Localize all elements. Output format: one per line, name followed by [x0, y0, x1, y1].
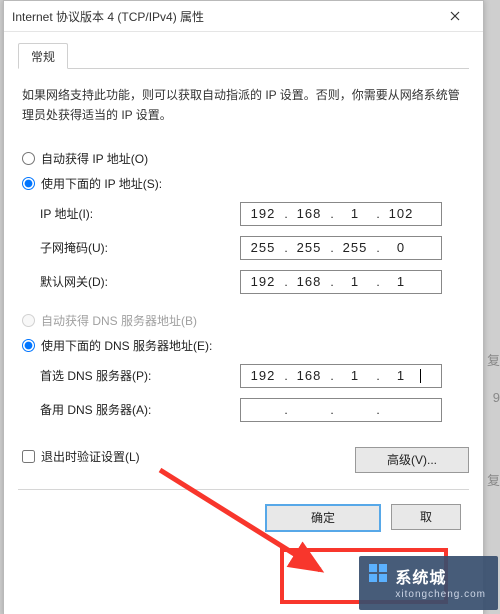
radio-dns-auto-label: 自动获得 DNS 服务器地址(B) [41, 312, 197, 329]
row-preferred-dns: 首选 DNS 服务器(P): 192. 168. 1. 1 [40, 364, 465, 388]
cancel-button[interactable]: 取 [391, 504, 461, 530]
tabs: 常规 [18, 42, 469, 69]
radio-dns-manual-input[interactable] [22, 339, 35, 352]
titlebar: Internet 协议版本 4 (TCP/IPv4) 属性 [4, 1, 483, 32]
radio-ip-manual[interactable]: 使用下面的 IP 地址(S): [22, 175, 465, 192]
radio-ip-auto-input[interactable] [22, 152, 35, 165]
radio-dns-auto-input [22, 314, 35, 327]
advanced-button[interactable]: 高级(V)... [355, 447, 469, 473]
watermark-logo-icon [367, 562, 389, 584]
radio-dns-manual-label: 使用下面的 DNS 服务器地址(E): [41, 337, 212, 354]
input-subnet-mask[interactable]: 255. 255. 255. 0 [240, 236, 442, 260]
ghost-text: 复 [487, 350, 500, 369]
ghost-text: 复 [487, 470, 500, 489]
label-subnet-mask: 子网掩码(U): [40, 239, 240, 256]
radio-ip-manual-label: 使用下面的 IP 地址(S): [41, 175, 162, 192]
ok-button[interactable]: 确定 [265, 504, 381, 532]
label-preferred-dns: 首选 DNS 服务器(P): [40, 367, 240, 384]
input-alternate-dns[interactable]: . . . [240, 398, 442, 422]
watermark: 系统城 xitongcheng.com [359, 556, 498, 610]
text-cursor-icon [420, 369, 421, 383]
dns-group: 自动获得 DNS 服务器地址(B) 使用下面的 DNS 服务器地址(E): 首选… [22, 312, 465, 422]
row-subnet-mask: 子网掩码(U): 255. 255. 255. 0 [40, 236, 465, 260]
input-preferred-dns[interactable]: 192. 168. 1. 1 [240, 364, 442, 388]
ip-group: 自动获得 IP 地址(O) 使用下面的 IP 地址(S): IP 地址(I): … [22, 150, 465, 294]
radio-dns-auto: 自动获得 DNS 服务器地址(B) [22, 312, 465, 329]
checkbox-validate-label: 退出时验证设置(L) [41, 448, 140, 465]
row-alternate-dns: 备用 DNS 服务器(A): . . . [40, 398, 465, 422]
close-icon [450, 11, 460, 21]
label-default-gateway: 默认网关(D): [40, 273, 240, 290]
description-text: 如果网络支持此功能，则可以获取自动指派的 IP 设置。否则，你需要从网络系统管理… [22, 85, 465, 126]
watermark-name: 系统城 [395, 570, 446, 587]
input-ip-address[interactable]: 192. 168. 1. 102 [240, 202, 442, 226]
checkbox-validate-input[interactable] [22, 450, 35, 463]
row-default-gateway: 默认网关(D): 192. 168. 1. 1 [40, 270, 465, 294]
ghost-text: 9 [493, 390, 500, 405]
tab-general[interactable]: 常规 [18, 43, 68, 69]
radio-ip-auto-label: 自动获得 IP 地址(O) [41, 150, 148, 167]
label-ip-address: IP 地址(I): [40, 205, 240, 222]
input-default-gateway[interactable]: 192. 168. 1. 1 [240, 270, 442, 294]
watermark-url: xitongcheng.com [395, 589, 486, 600]
ipv4-properties-dialog: Internet 协议版本 4 (TCP/IPv4) 属性 常规 如果网络支持此… [3, 0, 484, 614]
close-button[interactable] [435, 1, 475, 31]
radio-ip-manual-input[interactable] [22, 177, 35, 190]
row-ip-address: IP 地址(I): 192. 168. 1. 102 [40, 202, 465, 226]
radio-ip-auto[interactable]: 自动获得 IP 地址(O) [22, 150, 465, 167]
label-alternate-dns: 备用 DNS 服务器(A): [40, 401, 240, 418]
radio-dns-manual[interactable]: 使用下面的 DNS 服务器地址(E): [22, 337, 465, 354]
dialog-footer: 确定 取 [18, 489, 469, 532]
window-title: Internet 协议版本 4 (TCP/IPv4) 属性 [12, 8, 435, 25]
